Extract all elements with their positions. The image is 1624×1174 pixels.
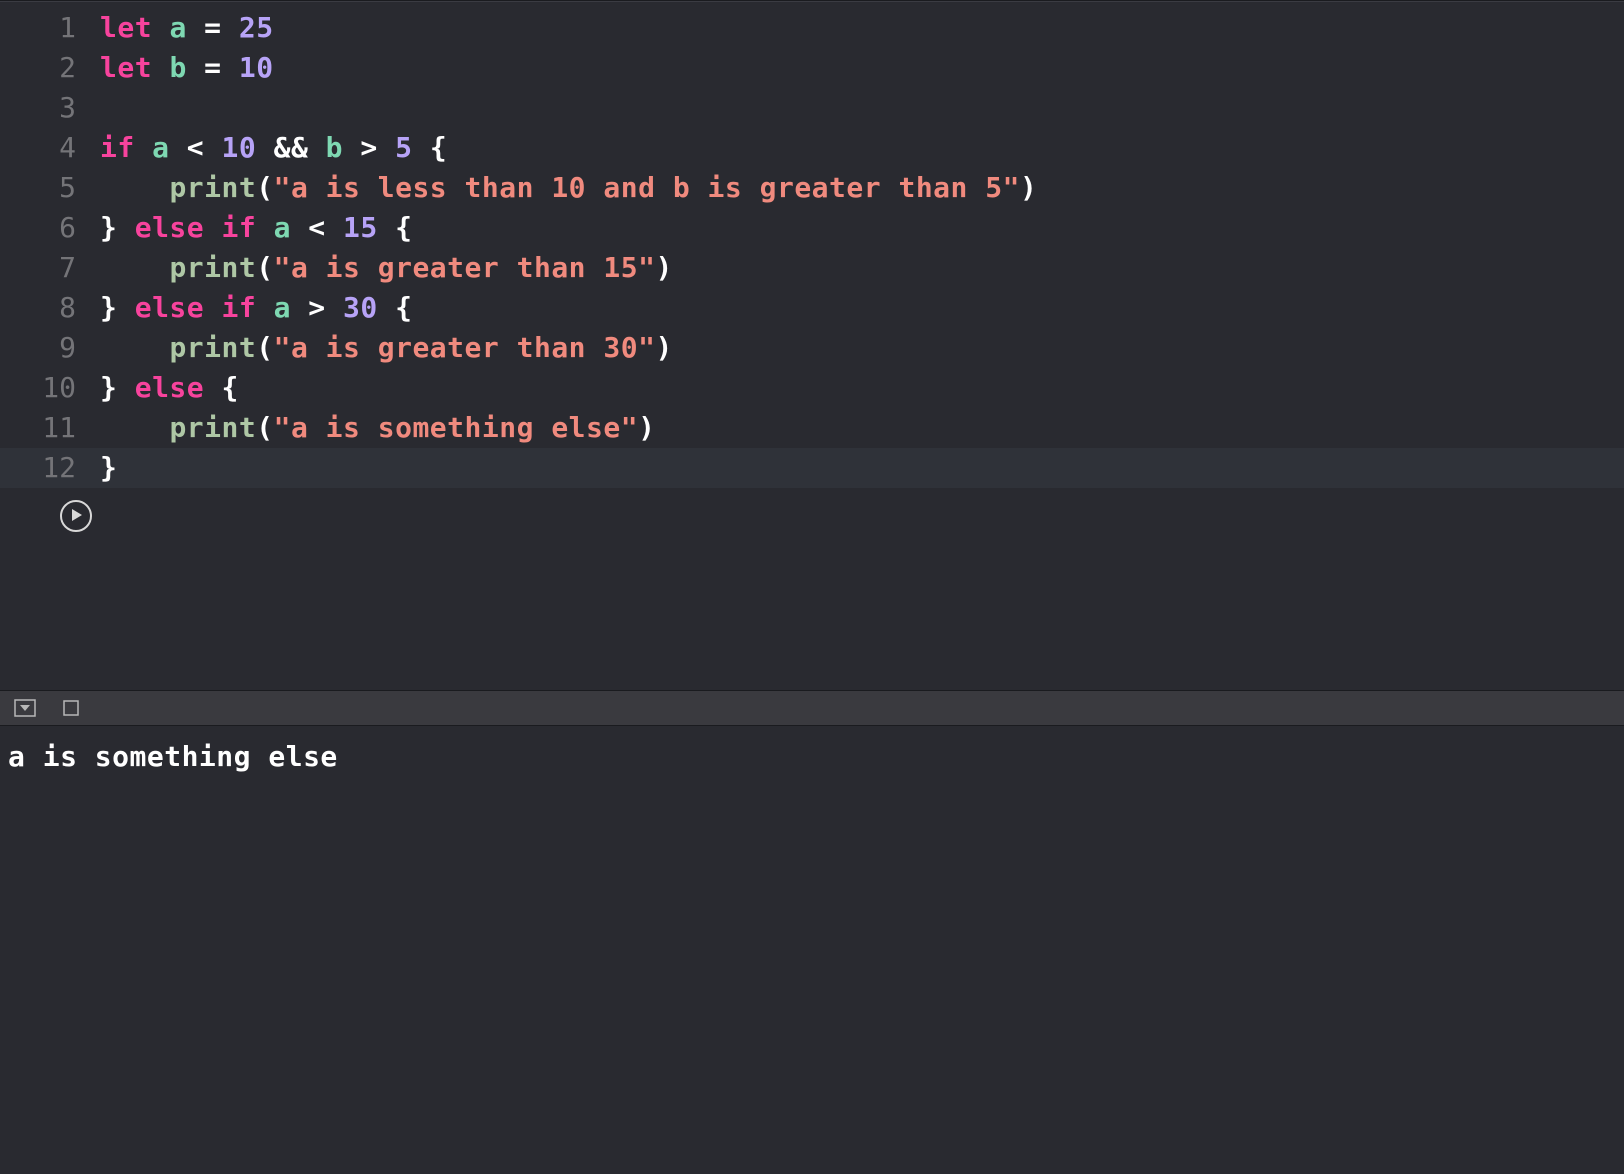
code-line[interactable]: 3 [0, 88, 1624, 128]
code-text[interactable]: } [100, 448, 117, 488]
code-line[interactable]: 8} else if a > 30 { [0, 288, 1624, 328]
line-number: 7 [0, 248, 100, 288]
line-number: 6 [0, 208, 100, 248]
code-text[interactable]: print("a is greater than 15") [100, 248, 673, 288]
code-line[interactable]: 6} else if a < 15 { [0, 208, 1624, 248]
run-button[interactable] [60, 500, 92, 532]
code-line[interactable]: 12} [0, 448, 1624, 488]
line-number: 5 [0, 168, 100, 208]
code-line[interactable]: 4if a < 10 && b > 5 { [0, 128, 1624, 168]
code-editor[interactable]: 1let a = 252let b = 1034if a < 10 && b >… [0, 2, 1624, 690]
dropdown-icon[interactable] [14, 697, 36, 719]
square-icon[interactable] [60, 697, 82, 719]
play-icon [68, 507, 84, 526]
console-toolbar [0, 690, 1624, 726]
code-text[interactable]: let b = 10 [100, 48, 274, 88]
code-text[interactable]: } else { [100, 368, 239, 408]
code-text[interactable]: } else if a < 15 { [100, 208, 412, 248]
code-line[interactable]: 11 print("a is something else") [0, 408, 1624, 448]
line-number: 3 [0, 88, 100, 128]
line-number: 8 [0, 288, 100, 328]
code-text[interactable]: } else if a > 30 { [100, 288, 412, 328]
code-line[interactable]: 7 print("a is greater than 15") [0, 248, 1624, 288]
line-number: 2 [0, 48, 100, 88]
code-line[interactable]: 2let b = 10 [0, 48, 1624, 88]
code-text[interactable]: print("a is less than 10 and b is greate… [100, 168, 1037, 208]
code-text[interactable]: let a = 25 [100, 8, 274, 48]
code-line[interactable]: 10} else { [0, 368, 1624, 408]
line-number: 11 [0, 408, 100, 448]
code-line[interactable]: 1let a = 25 [0, 8, 1624, 48]
code-text[interactable]: print("a is something else") [100, 408, 655, 448]
line-number: 9 [0, 328, 100, 368]
line-number: 1 [0, 8, 100, 48]
console-output: a is something else [0, 726, 1624, 1174]
code-line[interactable]: 9 print("a is greater than 30") [0, 328, 1624, 368]
code-text[interactable]: print("a is greater than 30") [100, 328, 673, 368]
line-number: 4 [0, 128, 100, 168]
line-number: 10 [0, 368, 100, 408]
code-line[interactable]: 5 print("a is less than 10 and b is grea… [0, 168, 1624, 208]
line-number: 12 [0, 448, 100, 488]
code-text[interactable]: if a < 10 && b > 5 { [100, 128, 447, 168]
